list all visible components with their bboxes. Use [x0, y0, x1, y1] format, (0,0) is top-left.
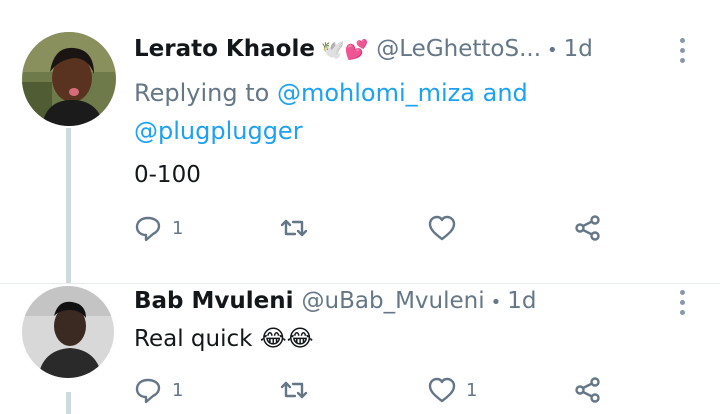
reply-count: 1: [172, 379, 184, 401]
retweet-icon: [280, 219, 308, 237]
replying-to-label: Replying to: [134, 79, 270, 107]
tweet-text: Real quick 😂😂: [134, 326, 314, 352]
handle[interactable]: @LeGhettoS...: [376, 36, 541, 62]
retweet-icon: [280, 381, 308, 399]
display-name[interactable]: Lerato Khaole: [134, 36, 315, 62]
share-button[interactable]: [574, 214, 602, 242]
more-vertical-icon[interactable]: [680, 38, 686, 68]
tweet-2[interactable]: Bab Mvuleni @uBab_Mvuleni • 1d Real quic…: [0, 284, 720, 414]
tweet-1[interactable]: Lerato Khaole 🕊️💕 @LeGhettoS... • 1d Rep…: [0, 0, 720, 283]
like-button[interactable]: [428, 214, 466, 242]
avatar[interactable]: [22, 32, 116, 126]
reply-icon: [135, 378, 161, 404]
retweet-button[interactable]: [280, 376, 318, 404]
more-vertical-icon[interactable]: [680, 290, 686, 320]
replying-to: Replying to @mohlomi_miza and @plugplugg…: [134, 74, 594, 150]
heart-icon: [428, 215, 456, 241]
share-icon: [575, 215, 600, 241]
like-button[interactable]: 1: [428, 376, 477, 404]
handle[interactable]: @uBab_Mvuleni: [302, 288, 485, 314]
like-count: 1: [466, 379, 478, 401]
mention-and: and: [482, 79, 528, 107]
tweet-header: Lerato Khaole 🕊️💕 @LeGhettoS... • 1d: [134, 36, 593, 62]
heart-icon: [428, 377, 456, 403]
reply-count: 1: [172, 217, 184, 239]
reply-icon: [135, 216, 161, 242]
tweet-actions: 1: [134, 214, 614, 248]
share-icon: [575, 377, 600, 403]
timestamp[interactable]: 1d: [507, 288, 536, 314]
timestamp[interactable]: 1d: [564, 36, 593, 62]
separator-dot: •: [490, 292, 502, 313]
mention-link[interactable]: @mohlomi_miza: [277, 79, 475, 107]
separator-dot: •: [547, 40, 558, 61]
display-name[interactable]: Bab Mvuleni: [134, 288, 294, 314]
tweet-header: Bab Mvuleni @uBab_Mvuleni • 1d: [134, 288, 536, 314]
reply-button[interactable]: 1: [134, 376, 183, 404]
tweet-actions: 1 1: [134, 376, 614, 410]
avatar[interactable]: [22, 286, 114, 378]
tweet-text: 0-100: [134, 162, 201, 188]
retweet-button[interactable]: [280, 214, 318, 242]
name-emoji: 🕊️💕: [320, 39, 369, 61]
share-button[interactable]: [574, 376, 602, 404]
reply-button[interactable]: 1: [134, 214, 183, 242]
mention-link[interactable]: @plugplugger: [134, 117, 303, 145]
